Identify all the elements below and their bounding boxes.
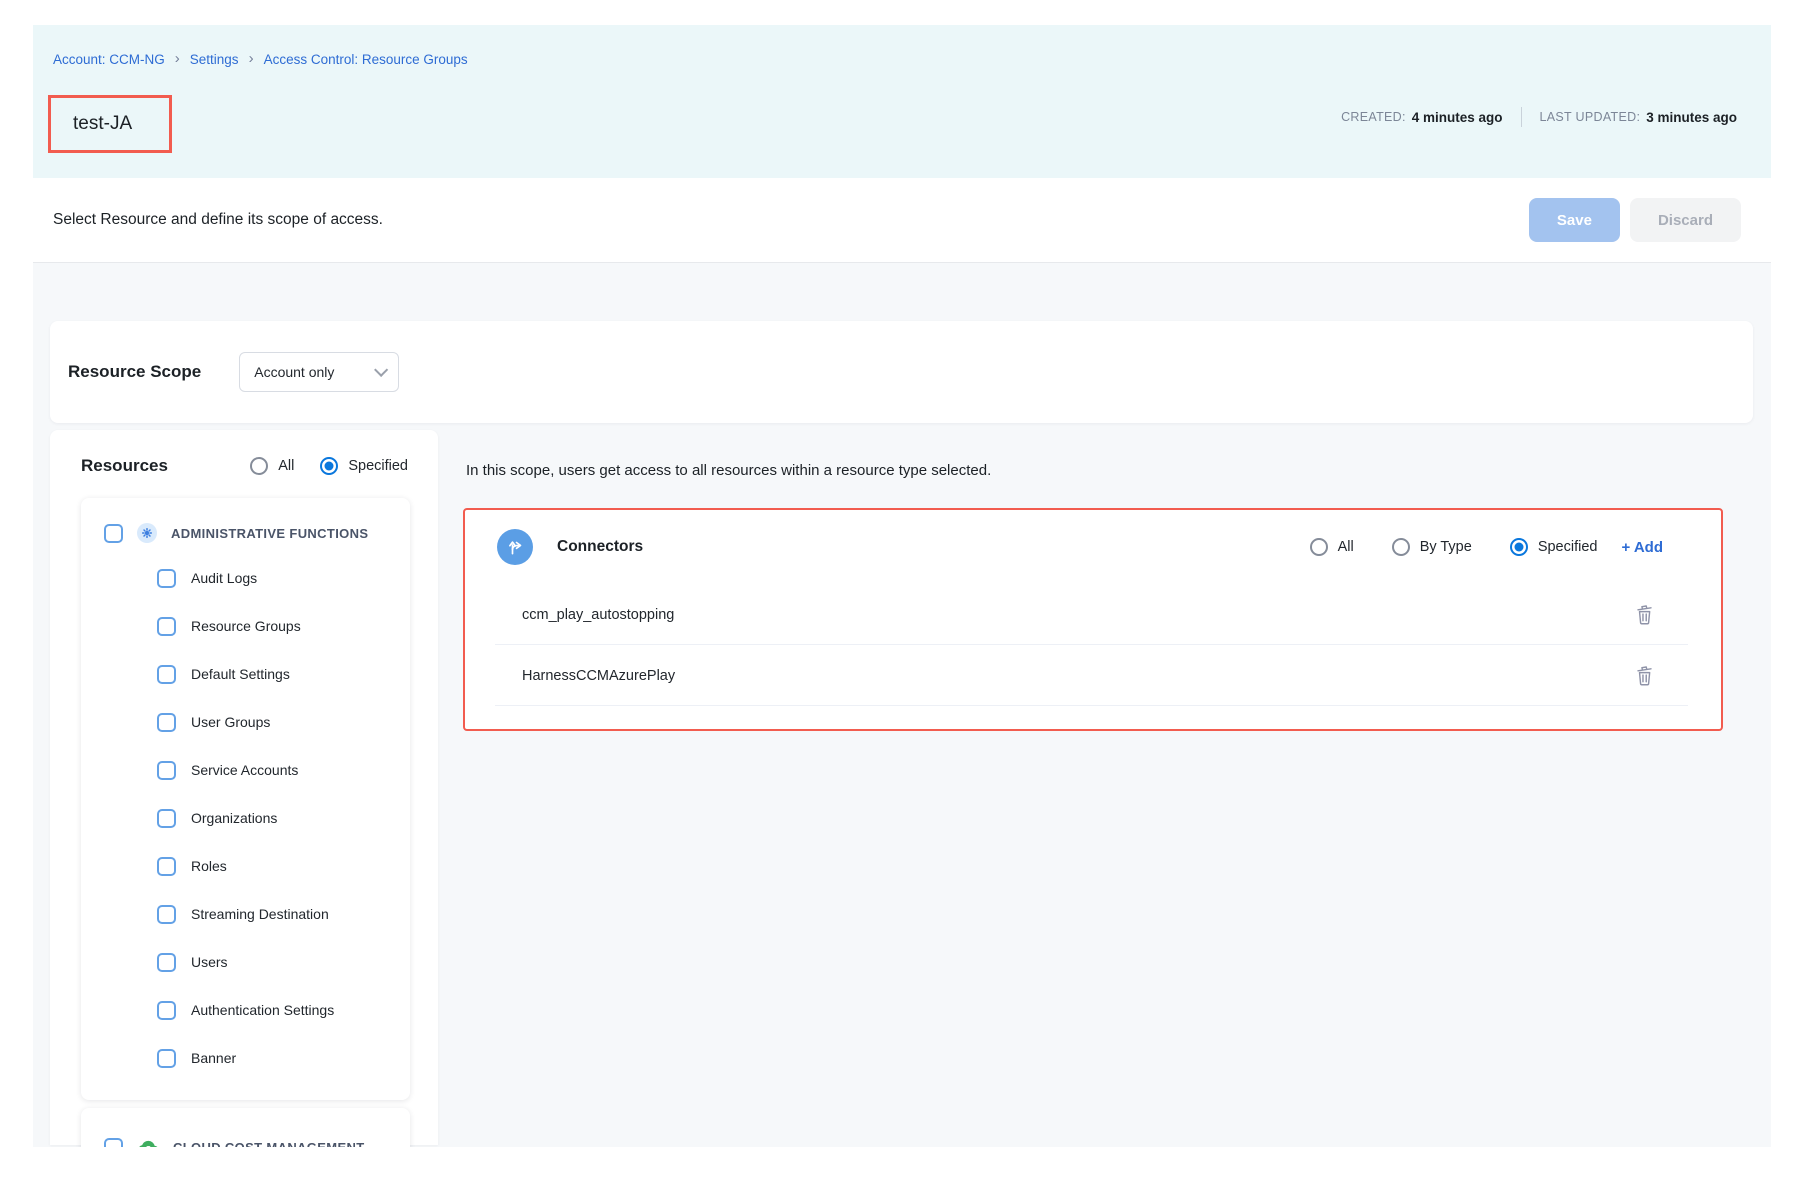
resources-panel: Resources All Specified: [50, 430, 438, 1145]
radio-connectors-all[interactable]: All: [1310, 538, 1354, 556]
resource-scope-selected: Account only: [254, 364, 334, 380]
resource-scope-dropdown[interactable]: Account only: [239, 352, 399, 392]
delete-connector-button[interactable]: [1629, 661, 1659, 691]
svg-text:$: $: [146, 1144, 152, 1147]
page-header: Account: CCM-NG › Settings › Access Cont…: [33, 25, 1771, 178]
toolbar: Select Resource and define its scope of …: [33, 178, 1771, 263]
checkbox-roles[interactable]: [157, 857, 176, 876]
discard-button[interactable]: Discard: [1630, 198, 1741, 242]
radio-connectors-by-type[interactable]: By Type: [1392, 538, 1472, 556]
chevron-down-icon: [374, 363, 388, 377]
radio-icon[interactable]: [1392, 538, 1410, 556]
connectors-title: Connectors: [557, 538, 643, 556]
trash-icon: [1634, 603, 1655, 626]
save-button[interactable]: Save: [1529, 198, 1620, 242]
resource-item-organizations: Organizations: [81, 794, 410, 842]
admin-functions-card: ADMINISTRATIVE FUNCTIONS Audit Logs Reso…: [81, 498, 410, 1100]
radio-checked-icon[interactable]: [320, 457, 338, 475]
radio-resources-all[interactable]: All: [250, 457, 294, 475]
radio-icon[interactable]: [1310, 538, 1328, 556]
resource-item-users: Users: [81, 938, 410, 986]
page-container: Account: CCM-NG › Settings › Access Cont…: [33, 25, 1771, 1147]
resource-item-streaming-destination: Streaming Destination: [81, 890, 410, 938]
checkbox-streaming-destination[interactable]: [157, 905, 176, 924]
resource-item-roles: Roles: [81, 842, 410, 890]
chevron-right-icon: ›: [249, 51, 254, 68]
toolbar-description: Select Resource and define its scope of …: [53, 211, 383, 229]
resource-item-audit-logs: Audit Logs: [81, 554, 410, 602]
resources-header: Resources All Specified: [50, 430, 438, 476]
page-title: test-JA: [73, 113, 132, 135]
last-updated-value: 3 minutes ago: [1646, 110, 1737, 125]
checkbox-users[interactable]: [157, 953, 176, 972]
breadcrumb-resource-groups[interactable]: Access Control: Resource Groups: [264, 52, 468, 67]
created-label: CREATED:: [1341, 110, 1406, 124]
cloud-cost-management-card: $ CLOUD COST MANAGEMENT: [81, 1108, 410, 1147]
last-updated-label: LAST UPDATED:: [1540, 110, 1641, 124]
resource-item-resource-groups: Resource Groups: [81, 602, 410, 650]
connectors-header: Connectors All By Type Specified: [465, 510, 1721, 584]
divider: [1521, 107, 1522, 127]
connector-row-ccm-play-autostopping: ccm_play_autostopping: [465, 584, 1721, 645]
radio-resources-specified[interactable]: Specified: [320, 457, 408, 475]
checkbox-admin-functions[interactable]: [104, 524, 123, 543]
resources-scope-radios: All Specified: [250, 457, 408, 475]
breadcrumb-settings[interactable]: Settings: [190, 52, 239, 67]
group-row-cloud-cost-management: $ CLOUD COST MANAGEMENT: [81, 1126, 410, 1147]
radio-connectors-specified[interactable]: Specified: [1510, 538, 1598, 556]
breadcrumb-account[interactable]: Account: CCM-NG: [53, 52, 165, 67]
connector-name: HarnessCCMAzurePlay: [522, 668, 675, 684]
checkbox-user-groups[interactable]: [157, 713, 176, 732]
connector-name: ccm_play_autostopping: [522, 607, 674, 623]
breadcrumb: Account: CCM-NG › Settings › Access Cont…: [53, 51, 468, 68]
resource-item-default-settings: Default Settings: [81, 650, 410, 698]
resource-item-banner: Banner: [81, 1034, 410, 1082]
resource-item-authentication-settings: Authentication Settings: [81, 986, 410, 1034]
delete-connector-button[interactable]: [1629, 600, 1659, 630]
resource-scope-label: Resource Scope: [68, 362, 201, 382]
checkbox-resource-groups[interactable]: [157, 617, 176, 636]
resource-item-user-groups: User Groups: [81, 698, 410, 746]
radio-icon[interactable]: [250, 457, 268, 475]
toolbar-actions: Save Discard: [1529, 198, 1741, 242]
checkbox-cloud-cost-management[interactable]: [104, 1138, 123, 1148]
gear-icon: [137, 523, 157, 543]
timestamps: CREATED: 4 minutes ago LAST UPDATED: 3 m…: [1341, 107, 1737, 127]
scope-hint-text: In this scope, users get access to all r…: [466, 462, 991, 479]
branch-arrows-icon: [497, 529, 533, 565]
checkbox-audit-logs[interactable]: [157, 569, 176, 588]
group-row-admin-functions: ADMINISTRATIVE FUNCTIONS: [81, 512, 410, 554]
checkbox-organizations[interactable]: [157, 809, 176, 828]
connector-row-harness-ccm-azure-play: HarnessCCMAzurePlay: [465, 645, 1721, 706]
resource-group-title-highlight: test-JA: [48, 95, 172, 153]
checkbox-authentication-settings[interactable]: [157, 1001, 176, 1020]
created-value: 4 minutes ago: [1412, 110, 1503, 125]
trash-icon: [1634, 664, 1655, 687]
connectors-section-highlight: Connectors All By Type Specified: [463, 508, 1723, 731]
cloud-dollar-icon: $: [137, 1139, 159, 1148]
checkbox-service-accounts[interactable]: [157, 761, 176, 780]
resource-scope-card: Resource Scope Account only: [50, 321, 1753, 423]
resources-title: Resources: [81, 456, 168, 476]
checkbox-default-settings[interactable]: [157, 665, 176, 684]
radio-checked-icon[interactable]: [1510, 538, 1528, 556]
connectors-scope-radios: All By Type Specified: [1310, 538, 1598, 556]
chevron-right-icon: ›: [175, 51, 180, 68]
resource-item-service-accounts: Service Accounts: [81, 746, 410, 794]
add-connector-button[interactable]: + Add: [1621, 539, 1663, 556]
checkbox-banner[interactable]: [157, 1049, 176, 1068]
body-area: Resource Scope Account only Resources Al…: [33, 263, 1771, 1147]
